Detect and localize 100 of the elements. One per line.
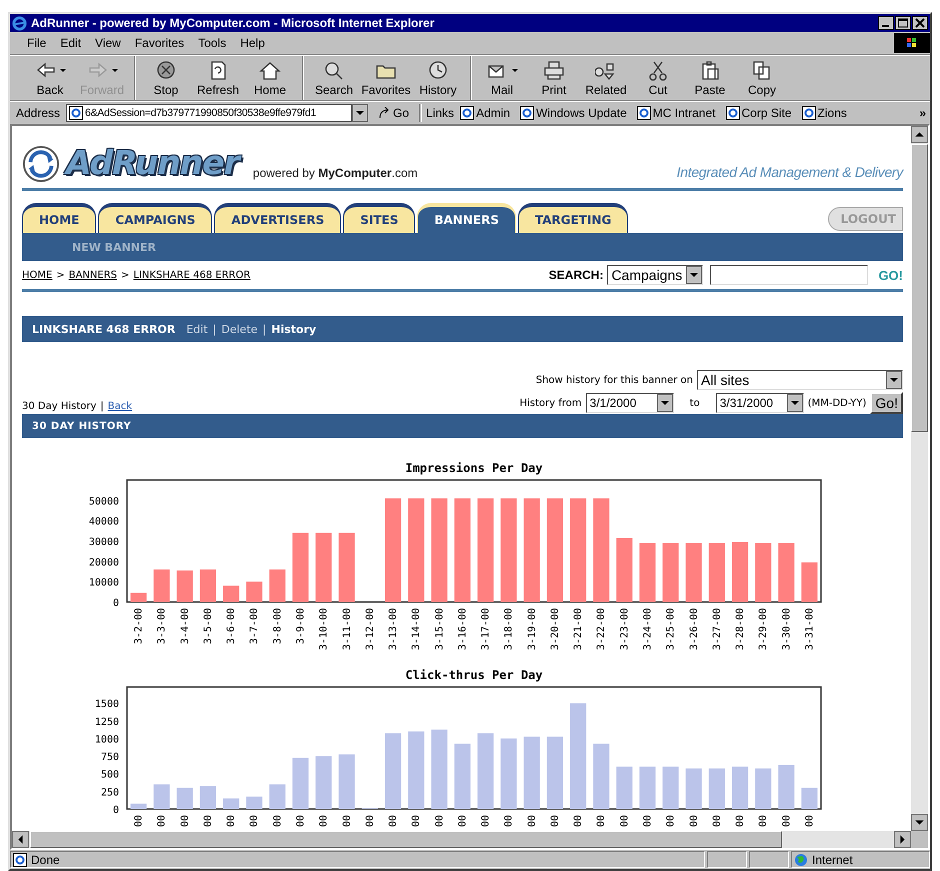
bar bbox=[755, 543, 772, 602]
bar bbox=[778, 543, 794, 602]
banner-action-link[interactable]: Delete bbox=[221, 322, 258, 336]
nav-tab[interactable]: SITES bbox=[343, 203, 416, 233]
end-date-select[interactable]: 3/31/2000 bbox=[716, 393, 804, 413]
breadcrumb-separator: > bbox=[56, 270, 65, 280]
y-axis-label: 50000 bbox=[88, 496, 119, 508]
search-field[interactable] bbox=[710, 265, 868, 285]
vertical-scrollbar[interactable] bbox=[911, 126, 928, 831]
bar bbox=[316, 756, 332, 809]
nav-tab[interactable]: HOME bbox=[22, 203, 96, 233]
horizontal-scrollbar[interactable] bbox=[12, 831, 911, 848]
toolbar-button[interactable]: Mail bbox=[470, 56, 528, 100]
x-axis-label: 3-31-00 bbox=[804, 608, 816, 650]
go-button[interactable]: Go! bbox=[870, 392, 903, 414]
x-axis-label: 00 bbox=[202, 815, 214, 828]
bar bbox=[246, 796, 262, 809]
x-axis-label: 3-6-00 bbox=[226, 608, 238, 644]
search-label: SEARCH: bbox=[548, 268, 604, 282]
bar bbox=[200, 786, 216, 809]
x-axis-label: 3-8-00 bbox=[272, 608, 284, 644]
bar bbox=[338, 754, 355, 809]
site-select[interactable]: All sites bbox=[697, 370, 903, 390]
banner-action-link[interactable]: History bbox=[271, 322, 316, 336]
bar bbox=[593, 744, 610, 809]
x-axis-label: 3-16-00 bbox=[457, 608, 468, 650]
address-field[interactable]: 6&AdSession=d7b379771990850f30538e9ffe979fd1 bbox=[66, 104, 352, 122]
section-title: 30 DAY HISTORY bbox=[32, 420, 132, 432]
caret-icon[interactable] bbox=[60, 68, 66, 72]
toolbar-button[interactable]: Refresh bbox=[192, 56, 244, 100]
bar bbox=[639, 766, 656, 809]
nav-tab[interactable]: ADVERTISERS bbox=[214, 203, 342, 233]
x-axis-label: 00 bbox=[573, 815, 584, 828]
x-axis-label: 3-28-00 bbox=[735, 608, 746, 650]
toolbar-button[interactable]: Back bbox=[24, 56, 76, 100]
toolbar-button[interactable]: Search bbox=[302, 56, 360, 100]
x-axis-label: 3-9-00 bbox=[296, 608, 306, 644]
caret-icon[interactable] bbox=[512, 68, 518, 72]
x-axis-label: 00 bbox=[596, 815, 608, 828]
bar bbox=[292, 532, 309, 602]
toolbar-button[interactable]: Paste bbox=[684, 56, 736, 100]
windows-logo-icon bbox=[894, 33, 930, 53]
x-axis-label: 00 bbox=[388, 815, 400, 828]
toolbar-button[interactable]: History bbox=[412, 56, 464, 100]
menu-item[interactable]: View bbox=[88, 36, 128, 50]
favorite-link[interactable]: Admin bbox=[460, 106, 510, 120]
bar bbox=[662, 766, 679, 809]
toolbar-button[interactable]: Favorites bbox=[360, 56, 412, 100]
x-axis-label: 00 bbox=[180, 815, 191, 828]
close-icon[interactable] bbox=[912, 16, 928, 30]
favorite-link[interactable]: Zions bbox=[802, 106, 847, 120]
x-axis-label: 3-11-00 bbox=[342, 608, 353, 650]
x-axis-label: 00 bbox=[296, 815, 306, 828]
favorite-link[interactable]: MC Intranet bbox=[636, 106, 716, 120]
chart-title: Click-thrus Per Day bbox=[405, 668, 543, 682]
back-link[interactable]: Back bbox=[108, 401, 132, 412]
breadcrumb-link[interactable]: LINKSHARE 468 ERROR bbox=[133, 270, 250, 280]
nav-tab[interactable]: TARGETING bbox=[518, 203, 628, 233]
banner-title: LINKSHARE 468 ERROR bbox=[32, 322, 176, 336]
toolbar-button[interactable]: Print bbox=[528, 56, 580, 100]
search-scope-select[interactable]: Campaigns bbox=[607, 265, 704, 285]
menu-item[interactable]: File bbox=[20, 36, 54, 50]
minimize-icon[interactable] bbox=[878, 16, 894, 30]
x-axis-label: 00 bbox=[666, 815, 677, 828]
x-axis-label: 3-20-00 bbox=[550, 608, 561, 650]
history-period-label: 30 Day History bbox=[22, 401, 96, 412]
maximize-icon[interactable] bbox=[895, 16, 911, 30]
nav-tab[interactable]: BANNERS bbox=[417, 203, 516, 233]
x-axis-label: 3-3-00 bbox=[156, 608, 168, 644]
bar bbox=[708, 543, 725, 602]
menu-item[interactable]: Tools bbox=[191, 36, 234, 50]
toolbar-button[interactable]: Home bbox=[244, 56, 296, 100]
x-axis-label: 3-19-00 bbox=[526, 608, 538, 650]
menu-item[interactable]: Edit bbox=[53, 36, 88, 50]
address-label: Address bbox=[16, 106, 60, 120]
favorite-link[interactable]: Corp Site bbox=[726, 106, 792, 120]
toolbar-button[interactable]: Related bbox=[580, 56, 632, 100]
x-axis-label: 3-30-00 bbox=[781, 608, 792, 650]
breadcrumb-link[interactable]: HOME bbox=[22, 270, 52, 280]
go-button[interactable]: Go bbox=[372, 106, 416, 120]
start-date-select[interactable]: 3/1/2000 bbox=[586, 393, 674, 413]
more-links-chevron[interactable]: » bbox=[919, 106, 930, 120]
toolbar-button[interactable]: Copy bbox=[736, 56, 788, 100]
toolbar-button[interactable]: Cut bbox=[632, 56, 684, 100]
breadcrumb-link[interactable]: BANNERS bbox=[68, 270, 118, 280]
toolbar-button[interactable]: Stop bbox=[134, 56, 192, 100]
menu-item[interactable]: Help bbox=[233, 36, 272, 50]
scroll-thumb[interactable] bbox=[911, 144, 928, 432]
nav-tab[interactable]: CAMPAIGNS bbox=[98, 203, 212, 233]
chart-title: Impressions Per Day bbox=[405, 461, 543, 475]
menu-item[interactable]: Favorites bbox=[128, 36, 192, 50]
x-axis-label: 3-5-00 bbox=[202, 608, 214, 644]
banner-action-link[interactable]: Edit bbox=[186, 322, 208, 336]
x-axis-label: 00 bbox=[134, 815, 145, 828]
x-axis-label: 00 bbox=[249, 815, 260, 828]
x-axis-label: 00 bbox=[550, 815, 561, 828]
page-icon bbox=[13, 852, 27, 866]
scroll-thumb[interactable] bbox=[30, 831, 782, 848]
window-title: AdRunner - powered by MyComputer.com - Microsoft Internet Explorer bbox=[31, 16, 434, 30]
favorite-link[interactable]: Windows Update bbox=[520, 106, 627, 120]
